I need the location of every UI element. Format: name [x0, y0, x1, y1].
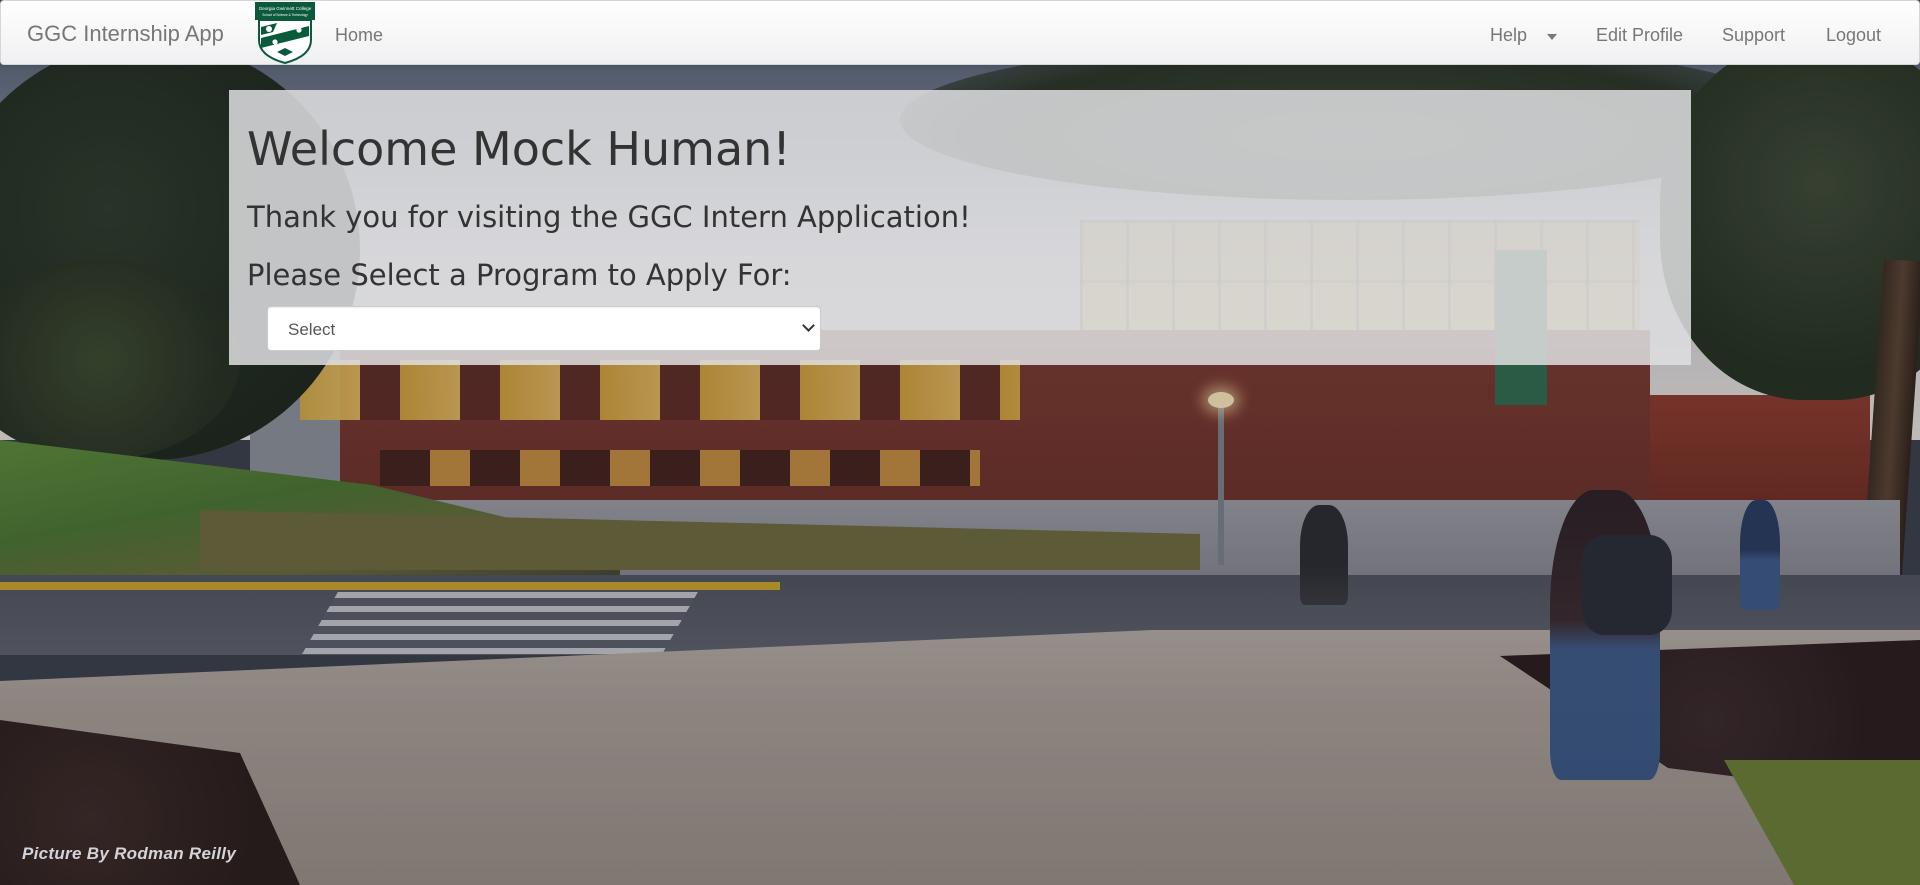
navbar: GGC Internship App Georgia Gwinnett Coll…: [0, 0, 1920, 65]
nav-help-dropdown[interactable]: Help: [1490, 25, 1527, 46]
logo-subcaption: School of Science & Technology: [262, 13, 308, 17]
nav-support-link[interactable]: Support: [1722, 25, 1785, 46]
brand-link[interactable]: GGC Internship App: [27, 21, 224, 47]
thanks-message: Thank you for visiting the GGC Intern Ap…: [247, 200, 971, 234]
nav-edit-profile-link[interactable]: Edit Profile: [1596, 25, 1683, 46]
program-select-label: Please Select a Program to Apply For:: [247, 258, 792, 292]
photo-credit: Picture By Rodman Reilly: [22, 844, 237, 863]
nav-home-link[interactable]: Home: [335, 25, 383, 46]
ggc-logo[interactable]: Georgia Gwinnett College School of Scien…: [253, 2, 317, 65]
nav-logout-link[interactable]: Logout: [1826, 25, 1881, 46]
ggc-shield-icon: Georgia Gwinnett College School of Scien…: [255, 2, 315, 65]
welcome-heading: Welcome Mock Human!: [247, 122, 791, 176]
program-select[interactable]: Select: [267, 306, 821, 351]
chevron-down-icon: [802, 319, 815, 332]
logo-caption: Georgia Gwinnett College: [259, 6, 312, 11]
program-select-value: Select: [288, 320, 336, 339]
caret-down-icon[interactable]: [1547, 34, 1557, 40]
